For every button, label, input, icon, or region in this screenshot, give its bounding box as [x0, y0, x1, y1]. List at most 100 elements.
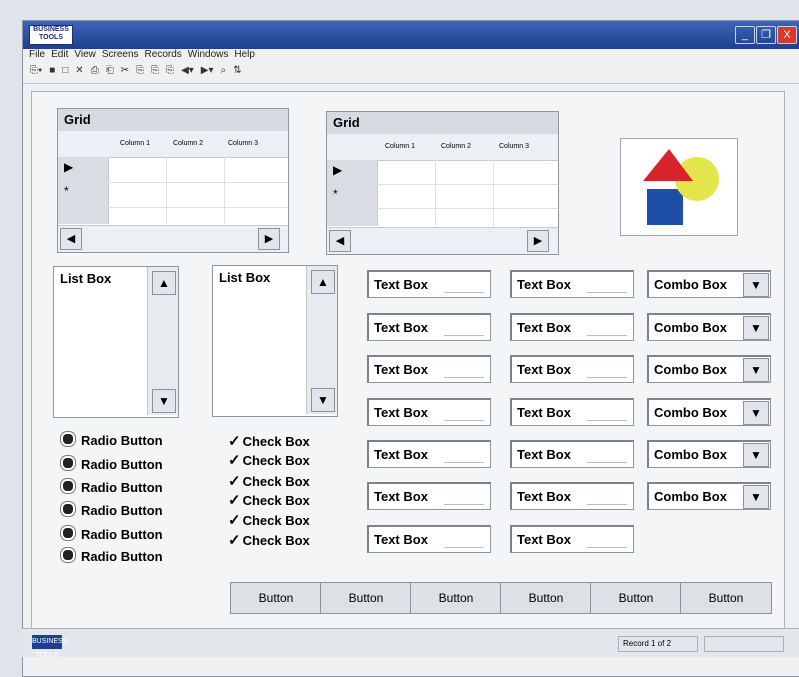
button[interactable]: Button: [590, 582, 682, 614]
grid-column-header[interactable]: Column 2: [441, 143, 471, 150]
combo-box[interactable]: Combo Box ▼: [647, 270, 771, 298]
radio-label: Radio Button: [81, 480, 163, 495]
dropdown-arrow-icon[interactable]: ▼: [743, 316, 769, 340]
menu-file[interactable]: File: [29, 49, 45, 60]
text-box[interactable]: Text Box: [367, 355, 491, 383]
check-box[interactable]: ✓ Check Box: [228, 432, 310, 450]
text-box[interactable]: Text Box: [367, 313, 491, 341]
scroll-down-button[interactable]: ▼: [152, 389, 176, 413]
scroll-up-button[interactable]: ▲: [152, 271, 176, 295]
button[interactable]: Button: [500, 582, 592, 614]
find-icon[interactable]: ⌕: [221, 65, 227, 76]
document-icon[interactable]: ⎘: [166, 65, 174, 76]
text-box[interactable]: Text Box: [510, 313, 634, 341]
sort-icon[interactable]: ⇅: [233, 65, 241, 76]
save-icon[interactable]: ■: [49, 65, 55, 76]
grid-column-header[interactable]: Column 2: [173, 140, 203, 147]
grid-column-header[interactable]: Column 3: [499, 143, 529, 150]
scroll-up-button[interactable]: ▲: [311, 270, 335, 294]
horizontal-scrollbar[interactable]: ◀ ▶: [58, 225, 288, 252]
text-box[interactable]: Text Box: [367, 440, 491, 468]
menu-records[interactable]: Records: [145, 49, 182, 60]
text-box[interactable]: Text Box: [510, 355, 634, 383]
check-box[interactable]: ✓ Check Box: [228, 451, 310, 469]
text-box[interactable]: Text Box: [367, 398, 491, 426]
new-row-icon: *: [333, 187, 338, 201]
cut-icon[interactable]: ✂: [121, 65, 129, 76]
combo-box[interactable]: Combo Box ▼: [647, 313, 771, 341]
dropdown-arrow-icon[interactable]: ▼: [743, 401, 769, 425]
check-box[interactable]: ✓ Check Box: [228, 511, 310, 529]
grid-1[interactable]: Grid Column 1 Column 2 Column 3 ▶ * ◀ ▶: [57, 108, 289, 253]
text-box[interactable]: Text Box: [510, 525, 634, 553]
combo-box[interactable]: Combo Box ▼: [647, 398, 771, 426]
close-button[interactable]: X: [777, 26, 797, 44]
horizontal-scrollbar[interactable]: ◀ ▶: [327, 227, 558, 254]
current-row-icon: ▶: [333, 163, 343, 177]
blank-icon[interactable]: □: [62, 65, 68, 76]
text-box[interactable]: Text Box: [510, 270, 634, 298]
text-box[interactable]: Text Box: [510, 398, 634, 426]
radio-button[interactable]: Radio Button: [61, 548, 163, 564]
combo-box[interactable]: Combo Box ▼: [647, 355, 771, 383]
radio-button[interactable]: Radio Button: [61, 479, 163, 495]
scroll-down-button[interactable]: ▼: [311, 388, 335, 412]
combo-box[interactable]: Combo Box ▼: [647, 440, 771, 468]
radio-button[interactable]: Radio Button: [61, 456, 163, 472]
check-box[interactable]: ✓ Check Box: [228, 472, 310, 490]
text-box[interactable]: Text Box: [510, 482, 634, 510]
menu-edit[interactable]: Edit: [51, 49, 68, 60]
title-bar[interactable]: BUSINESS TOOLS _ ❐ X: [23, 21, 799, 49]
grid-column-header[interactable]: Column 3: [228, 140, 258, 147]
menu-view[interactable]: View: [74, 49, 96, 60]
vertical-scrollbar[interactable]: ▲ ▼: [147, 267, 178, 415]
grid-column-header[interactable]: Column 1: [385, 143, 415, 150]
combo-box[interactable]: Combo Box ▼: [647, 482, 771, 510]
scroll-right-button[interactable]: ▶: [527, 230, 549, 252]
maximize-button[interactable]: ❐: [756, 26, 776, 44]
scroll-left-button[interactable]: ◀: [60, 228, 82, 250]
grid-header: Column 1 Column 2 Column 3: [58, 131, 288, 158]
check-box-label: Check Box: [242, 474, 310, 489]
text-box[interactable]: Text Box: [367, 525, 491, 553]
radio-button[interactable]: Radio Button: [61, 432, 163, 448]
scroll-left-button[interactable]: ◀: [329, 230, 351, 252]
radio-button[interactable]: Radio Button: [61, 502, 163, 518]
copy-icon[interactable]: ⎘: [136, 65, 144, 76]
list-box-2[interactable]: List Box ▲ ▼: [212, 265, 338, 417]
dropdown-arrow-icon[interactable]: ▼: [743, 485, 769, 509]
text-box[interactable]: Text Box: [367, 270, 491, 298]
checkmark-icon: ✓: [228, 452, 241, 469]
vertical-scrollbar[interactable]: ▲ ▼: [306, 266, 337, 414]
status-logo: BUSINESS TOOLS: [32, 635, 67, 659]
radio-button[interactable]: Radio Button: [61, 526, 163, 542]
button[interactable]: Button: [680, 582, 772, 614]
preview-icon[interactable]: ⎗: [106, 65, 114, 76]
grid-2[interactable]: Grid Column 1 Column 2 Column 3 ▶ * ◀ ▶: [326, 111, 559, 255]
previous-record-icon[interactable]: ◀▾: [181, 65, 194, 76]
text-box[interactable]: Text Box: [367, 482, 491, 510]
minimize-button[interactable]: _: [735, 26, 755, 44]
menu-screens[interactable]: Screens: [102, 49, 139, 60]
check-box[interactable]: ✓ Check Box: [228, 491, 310, 509]
check-box[interactable]: ✓ Check Box: [228, 531, 310, 549]
new-icon[interactable]: ⎘▾: [30, 65, 42, 76]
text-box[interactable]: Text Box: [510, 440, 634, 468]
scroll-right-button[interactable]: ▶: [258, 228, 280, 250]
print-icon[interactable]: ⎙: [91, 65, 99, 76]
button[interactable]: Button: [230, 582, 322, 614]
button[interactable]: Button: [410, 582, 502, 614]
dropdown-arrow-icon[interactable]: ▼: [743, 443, 769, 467]
menu-help[interactable]: Help: [234, 49, 255, 60]
list-box-1[interactable]: List Box ▲ ▼: [53, 266, 179, 418]
dropdown-arrow-icon[interactable]: ▼: [743, 358, 769, 382]
radio-selected-icon: [61, 456, 75, 470]
grid-divider: [435, 160, 436, 226]
dropdown-arrow-icon[interactable]: ▼: [743, 273, 769, 297]
paste-icon[interactable]: ⎘: [151, 65, 159, 76]
delete-icon[interactable]: ✕: [75, 65, 83, 76]
button[interactable]: Button: [320, 582, 412, 614]
grid-column-header[interactable]: Column 1: [120, 140, 150, 147]
next-record-icon[interactable]: ▶▾: [201, 65, 214, 76]
menu-windows[interactable]: Windows: [188, 49, 229, 60]
